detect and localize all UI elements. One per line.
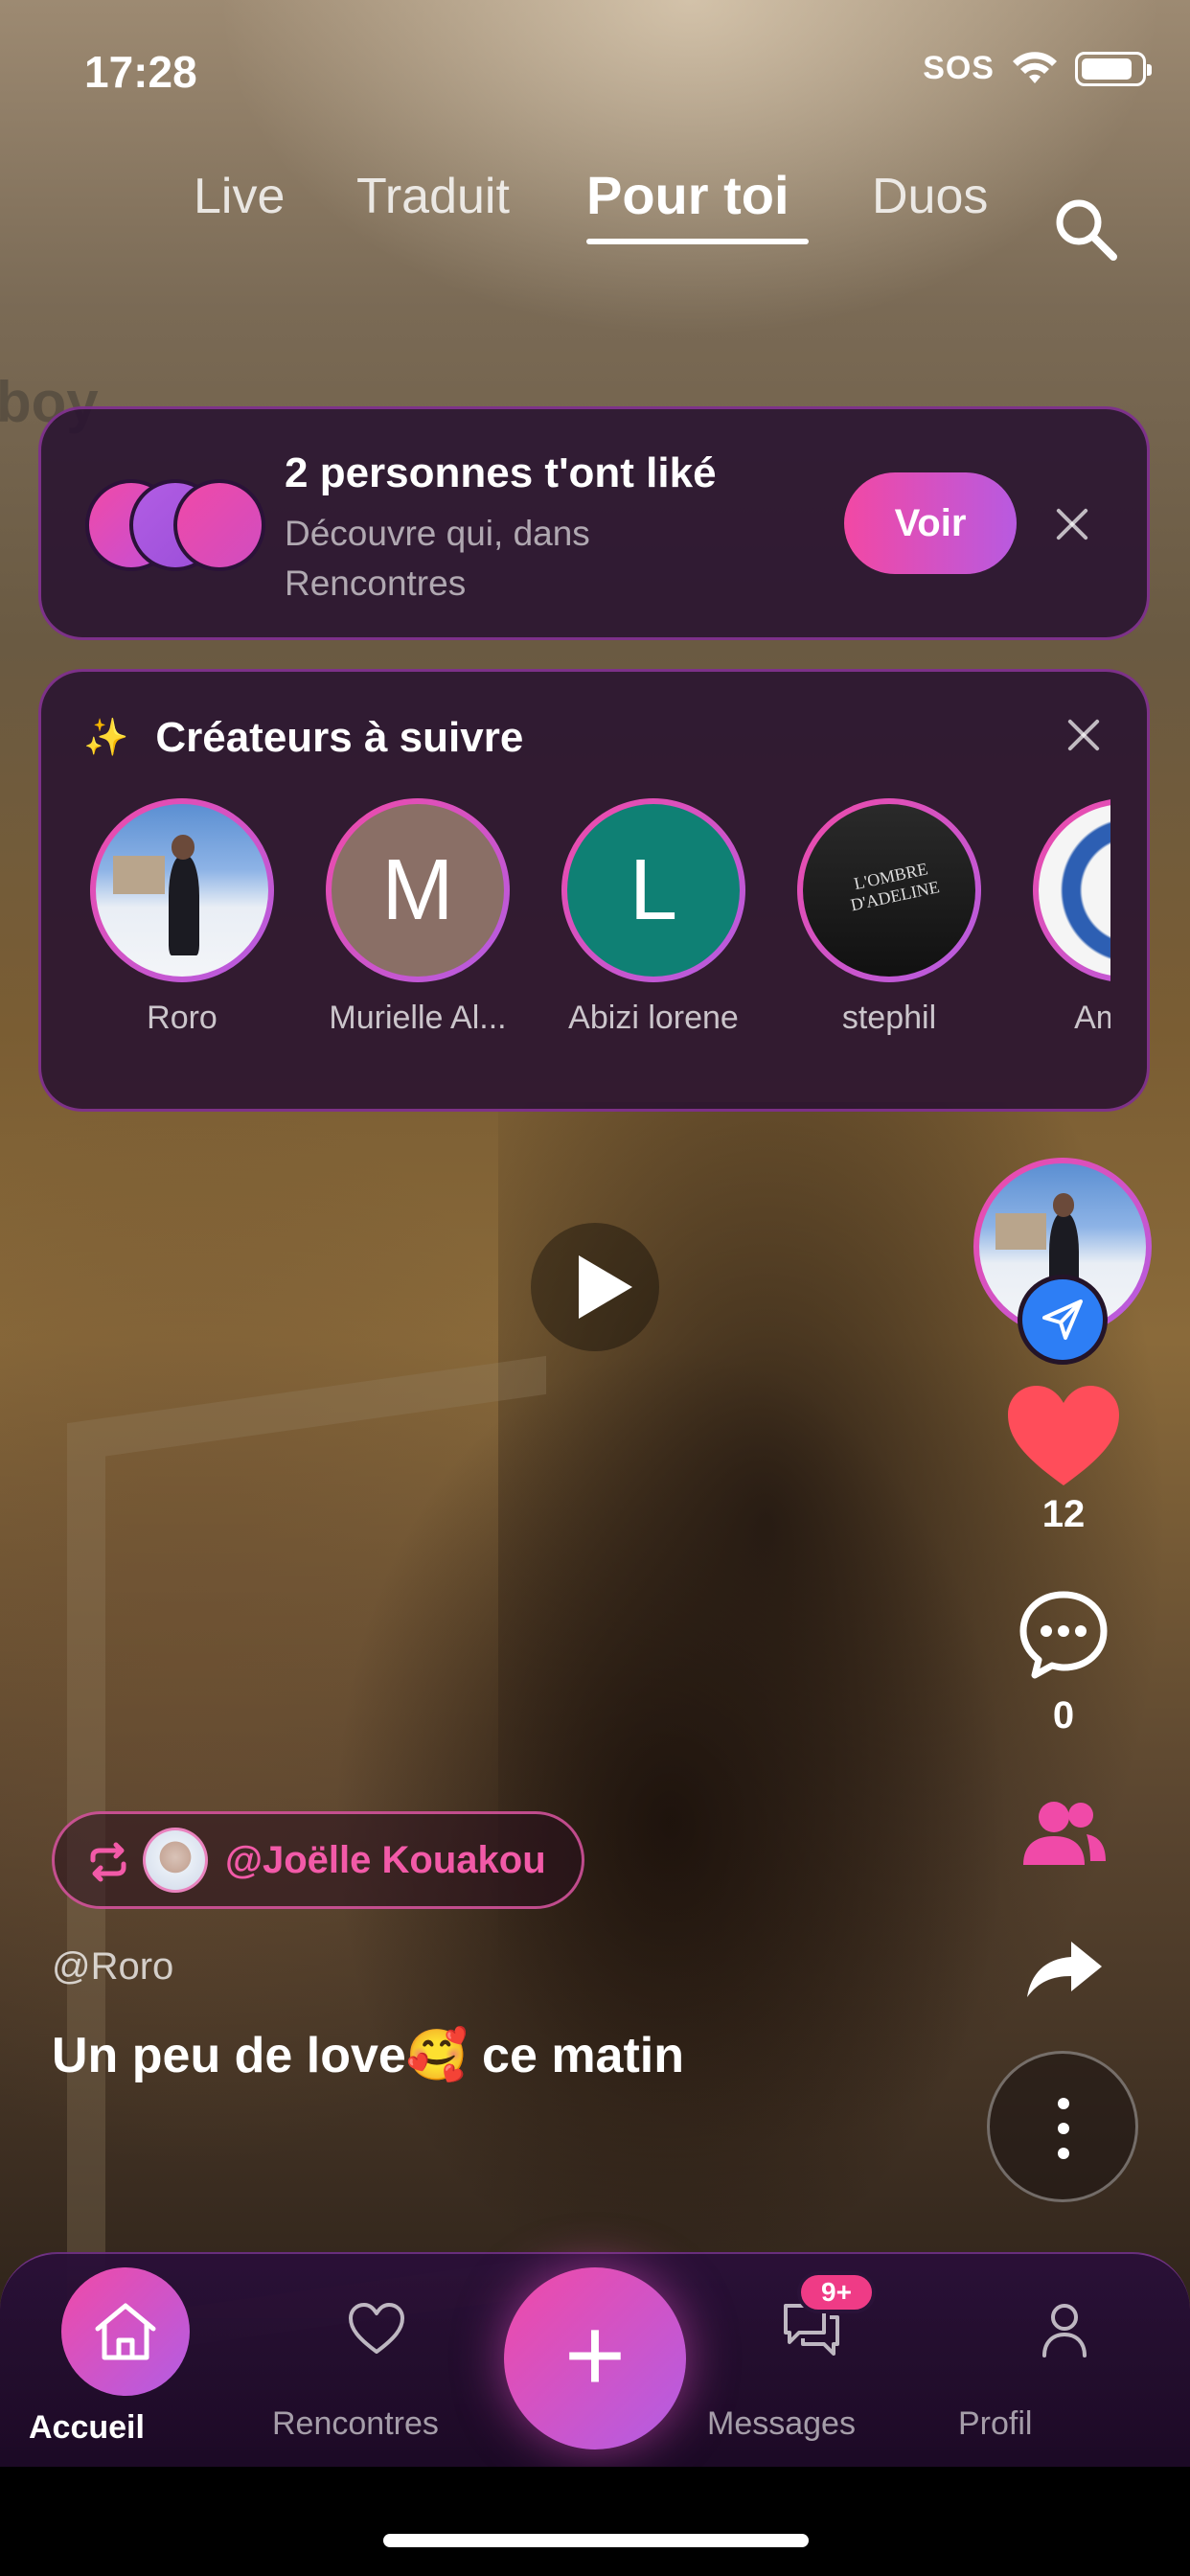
close-creators-icon[interactable] bbox=[1064, 716, 1103, 754]
creator-avatar[interactable] bbox=[1033, 798, 1110, 982]
repost-icon bbox=[90, 1842, 126, 1882]
profile-icon[interactable] bbox=[1041, 2302, 1088, 2358]
book-cover-title: L'OMBRE D'ADELINE bbox=[848, 859, 941, 915]
bottom-safe-area bbox=[0, 2467, 1190, 2576]
play-button[interactable] bbox=[531, 1223, 659, 1351]
liker-avatars bbox=[85, 479, 265, 575]
creator-name: stephil bbox=[841, 1000, 937, 1036]
close-likes-banner-icon[interactable] bbox=[1053, 505, 1091, 543]
tab-live[interactable]: Live bbox=[194, 168, 285, 225]
heart-outline-icon[interactable] bbox=[347, 2302, 406, 2356]
likes-banner[interactable]: 2 personnes t'ont liké Découvre qui, dan… bbox=[38, 406, 1150, 640]
liker-avatar-3 bbox=[173, 479, 265, 571]
creator-item-murielle[interactable]: M Murielle Al... bbox=[308, 798, 528, 1037]
nav-label-rencontres[interactable]: Rencontres bbox=[272, 2405, 483, 2443]
creators-header: ✨ Créateurs à suivre bbox=[83, 714, 523, 762]
search-icon[interactable] bbox=[1048, 192, 1125, 268]
send-icon[interactable] bbox=[1018, 1275, 1108, 1365]
comment-count: 0 bbox=[1052, 1694, 1075, 1736]
creators-list: Roro M Murielle Al... L Abizi lorene L'O… bbox=[41, 798, 1110, 1086]
creator-name: Roro bbox=[147, 1000, 217, 1036]
more-options-button[interactable] bbox=[987, 2051, 1138, 2202]
nav-label-profil[interactable]: Profil bbox=[958, 2405, 1169, 2443]
likes-banner-title: 2 personnes t'ont liké bbox=[285, 449, 717, 496]
creator-avatar[interactable]: M bbox=[326, 798, 510, 982]
home-icon[interactable] bbox=[61, 2267, 190, 2396]
active-tab-indicator bbox=[586, 239, 809, 244]
comment-icon[interactable] bbox=[1016, 1587, 1111, 1683]
voir-button[interactable]: Voir bbox=[844, 472, 1017, 574]
wifi-icon bbox=[1013, 51, 1057, 83]
messages-badge: 9+ bbox=[797, 2271, 876, 2313]
creator-item-amaye[interactable]: Amaye bbox=[1015, 798, 1110, 1037]
like-count: 12 bbox=[1041, 1493, 1086, 1535]
tab-pour-toi[interactable]: Pour toi bbox=[586, 164, 790, 226]
share-icon[interactable] bbox=[1025, 1938, 1104, 2001]
likes-banner-subtitle: Découvre qui, dans Rencontres bbox=[285, 514, 590, 603]
heart-icon[interactable] bbox=[1004, 1382, 1123, 1489]
creator-avatar[interactable]: L bbox=[561, 798, 745, 982]
create-post-button[interactable]: + bbox=[504, 2267, 686, 2450]
repost-user-avatar bbox=[143, 1828, 208, 1893]
nav-label-accueil[interactable]: Accueil bbox=[29, 2409, 222, 2447]
tab-traduit[interactable]: Traduit bbox=[356, 168, 510, 225]
repost-pill[interactable]: @Joëlle Kouakou bbox=[52, 1811, 584, 1909]
creator-name: Amaye bbox=[1074, 1000, 1110, 1036]
battery-icon bbox=[1075, 51, 1152, 86]
creator-name: Murielle Al... bbox=[329, 1000, 507, 1036]
creator-item-abizi[interactable]: L Abizi lorene bbox=[543, 798, 764, 1037]
creators-title: Créateurs à suivre bbox=[155, 714, 524, 761]
avatar-letter: L bbox=[629, 841, 678, 938]
creator-item-stephil[interactable]: L'OMBRE D'ADELINE stephil bbox=[779, 798, 999, 1037]
creators-card: ✨ Créateurs à suivre Roro M Murielle Al.… bbox=[38, 669, 1150, 1112]
feed-tabs: Live Traduit Pour toi Duos bbox=[0, 158, 1190, 254]
sparkles-icon: ✨ bbox=[83, 718, 129, 758]
status-indicators: SOS bbox=[923, 50, 1152, 87]
carrier-label: SOS bbox=[923, 50, 995, 86]
creator-name: Abizi lorene bbox=[568, 1000, 739, 1036]
repost-username[interactable]: @Joëlle Kouakou bbox=[225, 1839, 546, 1882]
avatar-letter: M bbox=[381, 841, 454, 938]
post-username[interactable]: @Roro bbox=[52, 1945, 173, 1989]
nav-label-messages[interactable]: Messages bbox=[707, 2405, 918, 2443]
creator-item-roro[interactable]: Roro bbox=[72, 798, 292, 1037]
creator-avatar[interactable] bbox=[90, 798, 274, 982]
plus-icon: + bbox=[563, 2296, 627, 2414]
post-caption: Un peu de love🥰 ce matin bbox=[52, 2028, 685, 2083]
duo-people-icon[interactable] bbox=[1019, 1798, 1108, 1867]
status-time: 17:28 bbox=[84, 47, 197, 97]
tab-duos[interactable]: Duos bbox=[872, 168, 988, 225]
home-indicator[interactable] bbox=[383, 2534, 809, 2547]
creator-avatar[interactable]: L'OMBRE D'ADELINE bbox=[797, 798, 981, 982]
